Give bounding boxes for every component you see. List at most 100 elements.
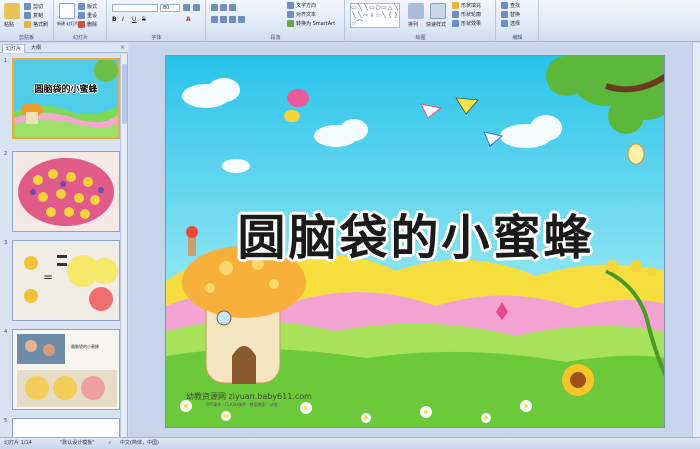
close-icon[interactable]: × bbox=[120, 44, 125, 51]
align-buttons[interactable] bbox=[211, 16, 245, 23]
thumbnail-1-art bbox=[14, 60, 118, 137]
replace-label: 替换 bbox=[510, 12, 521, 18]
shapes-gallery[interactable]: ▭ ╲ ╲ ▭ ○ ▭ △ ╲ ╲ ╲ ⇨ ⇩ ☆ ╲{} ☆ ⌒ bbox=[350, 3, 400, 28]
find-button[interactable]: 查找 bbox=[501, 2, 520, 9]
paragraph-group-label: 段落 bbox=[270, 35, 281, 41]
format-painter-button[interactable]: 格式刷 bbox=[24, 21, 48, 28]
delete-button[interactable]: 删除 bbox=[78, 21, 97, 28]
reset-button[interactable]: 重设 bbox=[78, 12, 97, 19]
bold-button[interactable]: B bbox=[112, 16, 117, 23]
theme-name[interactable]: "默认设计模板" bbox=[60, 438, 95, 449]
new-slide-icon[interactable] bbox=[59, 3, 75, 19]
layout-button[interactable]: 版式 bbox=[78, 3, 97, 10]
shape-gallery-item[interactable]: ⌒ bbox=[357, 20, 363, 28]
shape-outline-label: 形状轮廓 bbox=[461, 12, 482, 18]
thumbnail-number: 2 bbox=[4, 151, 8, 157]
thumbnail-scrollbar[interactable] bbox=[120, 54, 127, 437]
svg-text:=: = bbox=[43, 270, 53, 284]
delete-label: 删除 bbox=[87, 22, 98, 28]
slide-title[interactable]: 圆脑袋的小蜜蜂 bbox=[166, 198, 664, 268]
editor-scrollbar[interactable] bbox=[692, 43, 700, 437]
slides-group-label: 幻灯片 bbox=[72, 35, 88, 41]
align-center-icon bbox=[220, 16, 227, 23]
shape-effects-label: 形状效果 bbox=[461, 21, 482, 27]
text-direction-button[interactable]: 文字方向 bbox=[287, 2, 316, 9]
thumbnail-slide-3[interactable]: = bbox=[12, 240, 120, 321]
outline-icon bbox=[452, 11, 459, 18]
layout-label: 版式 bbox=[87, 4, 98, 10]
select-button[interactable]: 选择 bbox=[501, 20, 520, 27]
font-size-value: 80 bbox=[163, 5, 170, 11]
underline-button[interactable]: U bbox=[132, 16, 136, 23]
new-slide-button[interactable]: 新建 幻灯片 bbox=[57, 21, 78, 27]
thumbnail-slide-4[interactable]: 圆脑袋的小蜜蜂 bbox=[12, 329, 120, 410]
scrollbar-thumb[interactable] bbox=[122, 64, 127, 124]
panel-tabs: 幻灯片 大纲 × bbox=[0, 43, 128, 53]
thumbnail-2-art bbox=[13, 152, 119, 231]
thumbnail-slide-5[interactable] bbox=[12, 418, 120, 437]
tab-outline-label: 大纲 bbox=[31, 45, 42, 51]
thumbnail-number: 3 bbox=[4, 240, 8, 246]
thumbnail-slide-2[interactable] bbox=[12, 151, 120, 232]
clipboard-group-label: 剪贴板 bbox=[18, 35, 34, 41]
shape-effects-button[interactable]: 形状效果 bbox=[452, 20, 481, 27]
shape-fill-button[interactable]: 形状填充 bbox=[452, 2, 481, 9]
replace-icon bbox=[501, 11, 508, 18]
tab-slides-label: 幻灯片 bbox=[6, 46, 22, 52]
drawing-group-label: 绘图 bbox=[415, 35, 426, 41]
thumbnail-number: 4 bbox=[4, 329, 8, 335]
paste-icon[interactable] bbox=[4, 3, 20, 19]
thumbnail-slide-1[interactable]: 圆脑袋的小蜜蜂 bbox=[12, 58, 120, 139]
reset-label: 重设 bbox=[87, 13, 98, 19]
effects-icon bbox=[452, 20, 459, 27]
font-color-button[interactable]: A bbox=[186, 16, 191, 23]
shrink-font-icon bbox=[193, 4, 200, 11]
bullets-button[interactable] bbox=[211, 4, 236, 11]
smartart-button[interactable]: 转换为 SmartArt bbox=[287, 20, 335, 27]
arrange-button[interactable]: 排列 bbox=[408, 21, 418, 28]
editing-group: 查找 替换 选择 编辑 bbox=[497, 0, 539, 42]
arrange-icon[interactable] bbox=[408, 3, 424, 19]
slides-group: 新建 幻灯片 版式 重设 删除 幻灯片 bbox=[55, 0, 107, 42]
editing-group-label: 编辑 bbox=[512, 35, 523, 41]
slide-thumbnail-panel: 1 圆脑袋的小蜜蜂 2 3 = 4 圆脑袋的小蜜蜂 5 bbox=[0, 54, 128, 437]
shape-gallery-item[interactable]: ╲ bbox=[393, 4, 399, 12]
find-label: 查找 bbox=[510, 3, 521, 9]
grow-font-button[interactable] bbox=[183, 4, 190, 11]
text-direction-icon bbox=[287, 2, 294, 9]
format-painter-label: 格式刷 bbox=[33, 22, 49, 28]
font-group: 80 B I U S A 字体 bbox=[108, 0, 206, 42]
quick-styles-button[interactable]: 快速样式 bbox=[426, 21, 446, 28]
text-direction-label: 文字方向 bbox=[296, 3, 317, 9]
bullets-icon bbox=[211, 4, 218, 11]
cut-button[interactable]: 剪切 bbox=[24, 3, 43, 10]
thumbnail-1-title: 圆脑袋的小蜜蜂 bbox=[34, 85, 98, 95]
align-text-icon bbox=[287, 11, 294, 18]
copy-button[interactable]: 复制 bbox=[24, 12, 43, 19]
replace-button[interactable]: 替换 bbox=[501, 11, 520, 18]
font-name-combo[interactable] bbox=[112, 4, 158, 12]
font-size-combo[interactable]: 80 bbox=[160, 4, 180, 12]
align-text-button[interactable]: 对齐文本 bbox=[287, 11, 316, 18]
current-slide[interactable]: 圆脑袋的小蜜蜂 幼教资源网 ziyuan.baby611.com PPT课件 ·… bbox=[165, 55, 665, 428]
tab-slides[interactable]: 幻灯片 bbox=[2, 44, 26, 53]
align-text-label: 对齐文本 bbox=[296, 12, 317, 18]
language-indicator[interactable]: 中文(简体，中国) bbox=[120, 438, 159, 449]
shape-fill-label: 形状填充 bbox=[461, 3, 482, 9]
align-left-icon bbox=[211, 16, 218, 23]
shape-gallery-item[interactable]: } bbox=[393, 12, 399, 20]
tab-outline[interactable]: 大纲 bbox=[28, 44, 44, 53]
numbering-icon bbox=[220, 4, 227, 11]
delete-icon bbox=[78, 21, 85, 28]
font-group-label: 字体 bbox=[151, 35, 162, 41]
strikethrough-label: S bbox=[142, 16, 146, 23]
shrink-font-button[interactable] bbox=[193, 4, 200, 11]
paste-button[interactable]: 粘贴 bbox=[4, 21, 14, 28]
brush-icon bbox=[24, 21, 31, 28]
strikethrough-button[interactable]: S bbox=[142, 16, 146, 23]
quick-styles-icon[interactable] bbox=[430, 3, 446, 19]
spellcheck-icon[interactable]: ✓ bbox=[108, 438, 112, 449]
shape-outline-button[interactable]: 形状轮廓 bbox=[452, 11, 481, 18]
binoculars-icon bbox=[501, 2, 508, 9]
italic-button[interactable]: I bbox=[122, 16, 124, 23]
